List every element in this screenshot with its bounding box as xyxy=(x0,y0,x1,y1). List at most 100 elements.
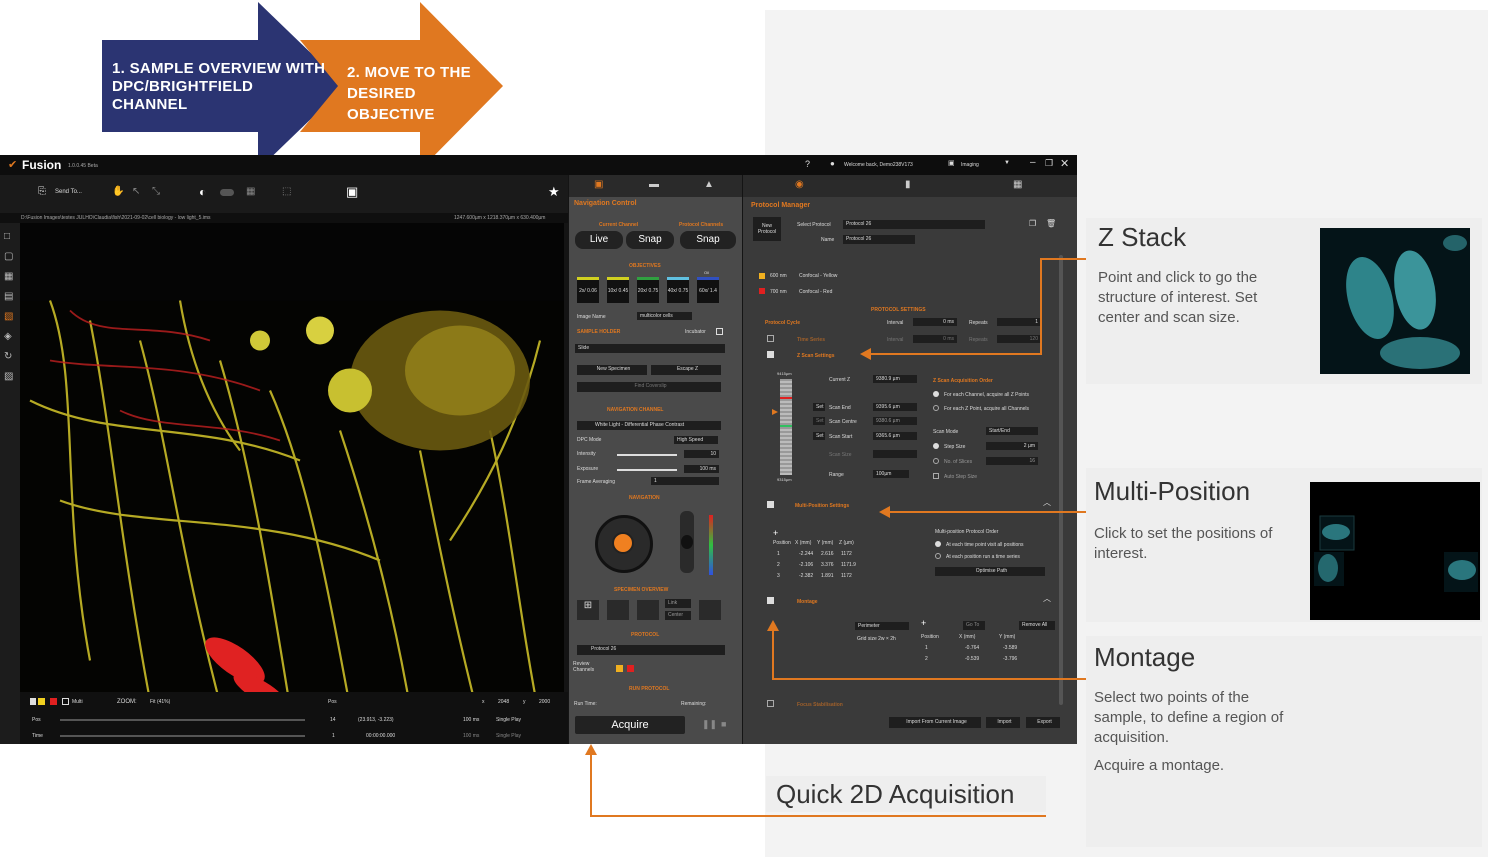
tab-chart-icon[interactable]: ▮ xyxy=(905,179,911,190)
exposure-slider[interactable] xyxy=(617,469,677,471)
import-button[interactable]: Import xyxy=(986,717,1020,728)
measure-icon[interactable]: ⤡ xyxy=(152,186,160,197)
snap-button[interactable]: Snap xyxy=(626,231,674,249)
copy-icon[interactable]: ❐ xyxy=(1029,219,1036,228)
layers-icon[interactable]: ◈ xyxy=(4,327,20,347)
tab-warning-icon[interactable]: ▲ xyxy=(704,179,714,190)
exposure-input[interactable]: 100 ms xyxy=(684,465,719,473)
center-button[interactable]: Center xyxy=(665,611,691,620)
optimise-path-button[interactable]: Optimise Path xyxy=(935,567,1045,576)
repeats-input[interactable]: 1 xyxy=(997,318,1041,326)
focus-checkbox[interactable] xyxy=(767,700,774,707)
overview-scan-button[interactable] xyxy=(637,600,659,620)
pan-icon[interactable]: ✋ xyxy=(112,186,124,197)
set-centre-button[interactable]: Set xyxy=(813,417,825,425)
rotate-icon[interactable]: ↻ xyxy=(4,347,20,367)
mode-chevron-icon[interactable]: ▼ xyxy=(1004,160,1010,166)
z-end-marker[interactable] xyxy=(780,397,792,399)
mt-r1-pos[interactable]: 1 xyxy=(925,645,928,651)
time-series-checkbox[interactable] xyxy=(767,335,774,342)
time-interval[interactable]: 100 ms xyxy=(463,733,479,739)
step-size-radio[interactable] xyxy=(933,443,939,449)
restore-icon[interactable]: ❐ xyxy=(1045,158,1053,169)
pointer-icon[interactable]: ↖ xyxy=(132,186,140,197)
name-input[interactable]: Protocol 26 xyxy=(843,235,915,244)
scan-end-input[interactable]: 9395.6 µm xyxy=(873,403,917,411)
multi-label[interactable]: Multi xyxy=(72,699,83,705)
dpc-mode-select[interactable]: High Speed xyxy=(674,436,718,444)
ts-interval-input[interactable]: 0 ms xyxy=(913,335,957,343)
objective-2x[interactable]: 2x/ 0.06 xyxy=(577,277,599,303)
new-specimen-button[interactable]: New Specimen xyxy=(577,365,647,375)
mode-select[interactable]: Imaging xyxy=(961,162,979,168)
objective-60x[interactable]: 60x/ 1.4 xyxy=(697,277,719,303)
link-button[interactable]: Link xyxy=(665,599,691,608)
snap-protocol-button[interactable]: Snap xyxy=(680,231,736,249)
slices-radio[interactable] xyxy=(933,458,939,464)
time-play-select[interactable]: Single Play xyxy=(496,733,521,739)
mt-r2-pos[interactable]: 2 xyxy=(925,656,928,662)
grid-view-icon[interactable]: ▦ xyxy=(4,267,20,287)
slices-input[interactable]: 16 xyxy=(986,457,1038,465)
z-joystick[interactable] xyxy=(680,511,694,573)
set-end-button[interactable]: Set xyxy=(813,403,825,411)
pos-play-select[interactable]: Single Play xyxy=(496,717,521,723)
microscopy-image-view[interactable] xyxy=(20,223,564,744)
z-ruler[interactable] xyxy=(772,379,792,475)
z-current-marker[interactable] xyxy=(772,409,778,415)
export-button[interactable]: Export xyxy=(1026,717,1060,728)
find-coverslip-button[interactable]: Find Coverslip xyxy=(577,382,721,392)
remove-all-button[interactable]: Remove All xyxy=(1019,621,1055,630)
select-protocol-dropdown[interactable]: Protocol 26 xyxy=(843,220,985,229)
roi-icon[interactable]: ⬚ xyxy=(282,186,291,197)
z-knob[interactable] xyxy=(681,535,693,549)
mp-r3-pos[interactable]: 3 xyxy=(777,573,780,579)
live-button[interactable]: Live xyxy=(575,231,623,249)
montage-collapse-icon[interactable]: ︿ xyxy=(1043,593,1051,604)
orientation-icon[interactable]: ▣ xyxy=(346,184,358,200)
stop-icon[interactable]: ■ xyxy=(721,719,726,729)
help-icon[interactable]: ? xyxy=(805,159,810,169)
interval-input[interactable]: 0 ms xyxy=(913,318,957,326)
channel-swatch-white[interactable] xyxy=(30,698,36,705)
go-to-button[interactable]: Go To xyxy=(963,621,985,630)
pos-slider[interactable] xyxy=(60,719,305,721)
overview-clear-button[interactable] xyxy=(699,600,721,620)
minimize-icon[interactable]: – xyxy=(1030,157,1036,168)
contrast-icon[interactable]: ◐ xyxy=(199,185,206,199)
user-icon[interactable]: ● xyxy=(830,159,835,168)
acquire-button[interactable]: Acquire xyxy=(575,716,685,734)
montage-mode-select[interactable]: Perimeter xyxy=(855,622,909,630)
xy-joystick[interactable] xyxy=(595,515,653,573)
multipos-checkbox[interactable] xyxy=(767,501,774,508)
close-icon[interactable]: ✕ xyxy=(1060,157,1069,170)
pause-icon[interactable]: ❚❚ xyxy=(702,719,717,730)
objective-10x[interactable]: 10x/ 0.45 xyxy=(607,277,629,303)
auto-step-checkbox[interactable] xyxy=(933,473,939,479)
protocol-select[interactable]: Protocol 26 xyxy=(577,645,725,655)
new-protocol-button[interactable]: New Protocol xyxy=(753,217,781,241)
montage-checkbox[interactable] xyxy=(767,597,774,604)
incubator-checkbox[interactable] xyxy=(716,328,723,335)
tab-protocol-icon[interactable]: ▣ xyxy=(594,179,603,190)
square-tool-icon[interactable]: □ xyxy=(4,227,20,247)
escape-z-button[interactable]: Escape Z xyxy=(651,365,721,375)
scan-centre-input[interactable]: 9380.6 µm xyxy=(873,417,917,425)
set-start-button[interactable]: Set xyxy=(813,432,825,440)
delete-icon[interactable]: 🗑 xyxy=(1046,219,1056,228)
import-current-button[interactable]: Import From Current Image xyxy=(889,717,981,728)
star-icon[interactable]: ★ xyxy=(548,184,560,200)
zoom-select[interactable]: Fit (41%) xyxy=(150,699,170,705)
single-view-icon[interactable]: ▢ xyxy=(4,247,20,267)
holder-select[interactable]: Slide xyxy=(575,344,725,353)
add-position-icon[interactable]: + xyxy=(773,528,778,538)
objective-20x[interactable]: 20x/ 0.75 xyxy=(637,277,659,303)
stack-icon[interactable]: ▧ xyxy=(4,307,20,327)
pos-interval[interactable]: 100 ms xyxy=(463,717,479,723)
time-number[interactable]: 1 xyxy=(332,733,335,739)
tab-folder-icon[interactable]: ▬ xyxy=(649,179,659,190)
ts-repeats-input[interactable]: 120 xyxy=(997,335,1041,343)
snapshot-icon[interactable]: ▨ xyxy=(4,367,20,387)
channel-swatch-yellow[interactable] xyxy=(38,698,45,705)
review-yellow[interactable] xyxy=(616,665,623,672)
